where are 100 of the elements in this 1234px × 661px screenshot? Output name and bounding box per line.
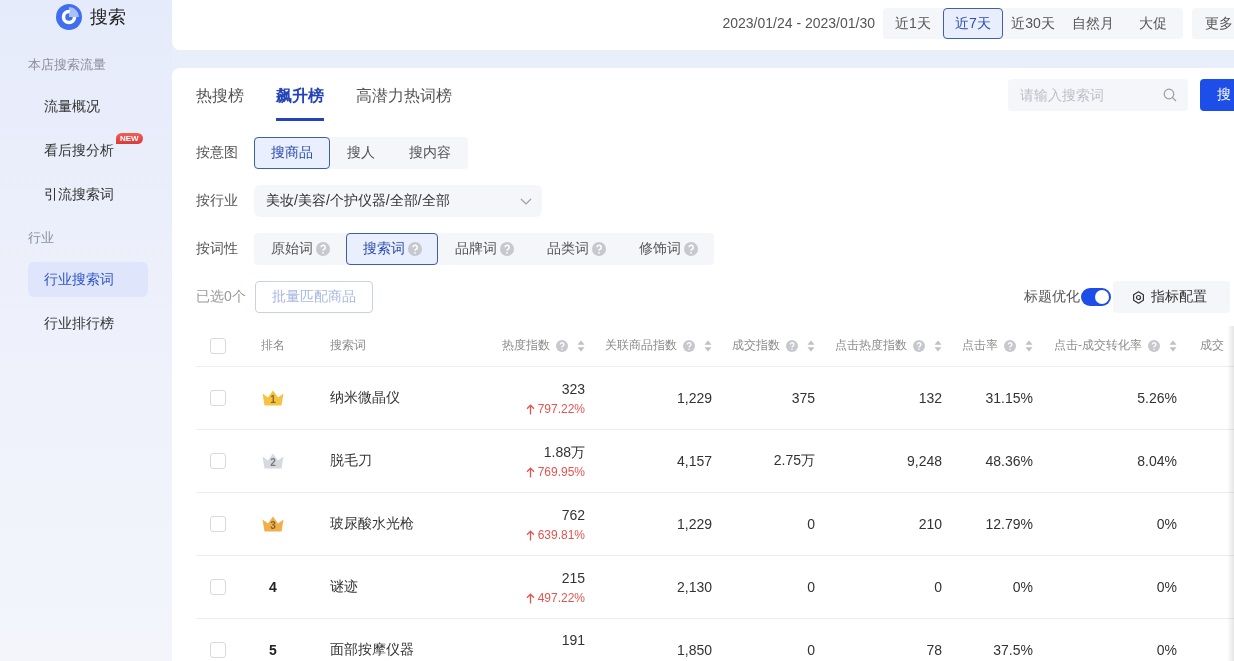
help-icon bbox=[683, 339, 695, 352]
table-cell: 2.75万 bbox=[773, 452, 815, 470]
table-cell: 78 bbox=[926, 642, 942, 658]
arrow-up-icon bbox=[525, 466, 535, 478]
rank-number: 1 bbox=[269, 395, 277, 405]
help-icon bbox=[913, 339, 925, 352]
table-cell: 5.26% bbox=[1137, 390, 1177, 406]
chevron-down-icon[interactable] bbox=[520, 197, 532, 205]
sort-icon[interactable] bbox=[577, 339, 585, 352]
ranking-tab[interactable]: 高潜力热词榜 bbox=[356, 84, 452, 121]
help-icon bbox=[592, 242, 606, 256]
search-button[interactable]: 搜 bbox=[1200, 79, 1234, 111]
new-badge: NEW bbox=[116, 133, 143, 144]
column-header: 成交 bbox=[1200, 337, 1224, 354]
arrow-up-icon bbox=[525, 529, 535, 541]
period-tab[interactable]: 近7天 bbox=[943, 8, 1003, 39]
checkbox[interactable] bbox=[210, 337, 226, 354]
column-header: 点击率 bbox=[962, 337, 998, 354]
period-tab[interactable]: 近1天 bbox=[883, 8, 943, 39]
rank-number: 2 bbox=[269, 458, 277, 468]
column-header: 关联商品指数 bbox=[605, 337, 677, 354]
table-cell: 0% bbox=[1156, 516, 1177, 532]
arrow-up-icon bbox=[525, 592, 535, 604]
table-cell: 48.36% bbox=[985, 453, 1033, 469]
period-tab[interactable]: 近30天 bbox=[1003, 8, 1063, 39]
column-header: 点击热度指数 bbox=[835, 337, 907, 354]
column-header: 点击-成交转化率 bbox=[1054, 337, 1142, 354]
rank-number: 4 bbox=[269, 579, 277, 595]
table-cell: 0 bbox=[807, 516, 815, 532]
nav-item[interactable]: 行业搜索词 bbox=[28, 262, 148, 297]
change-percent: 797.22% bbox=[537, 401, 585, 417]
intent-option[interactable]: 搜内容 bbox=[392, 137, 468, 169]
keyword-cell: 脱毛刀 bbox=[330, 452, 372, 470]
help-icon bbox=[1148, 339, 1160, 352]
help-icon bbox=[1004, 339, 1016, 352]
table-cell: 132 bbox=[918, 390, 942, 406]
sort-icon[interactable] bbox=[934, 339, 942, 352]
sort-icon[interactable] bbox=[704, 339, 712, 352]
word-type-option[interactable]: 搜索词 bbox=[346, 233, 438, 265]
industry-dropdown[interactable]: 美妆/美容/个护仪器/全部/全部 bbox=[254, 185, 542, 217]
app-title: 搜索 bbox=[90, 6, 126, 29]
table-cell: 31.15% bbox=[985, 390, 1033, 406]
table-cell: 4,157 bbox=[676, 453, 712, 469]
nav-item[interactable]: 看后搜分析 bbox=[28, 133, 115, 168]
sort-icon[interactable] bbox=[1025, 339, 1033, 352]
table-cell-text: 191 bbox=[561, 631, 585, 650]
word-type-option[interactable]: 修饰词 bbox=[622, 233, 714, 265]
period-tab[interactable]: 自然月 bbox=[1063, 8, 1123, 39]
change-percent: 497.22% bbox=[537, 590, 585, 606]
table-cell-text: 1.88万 bbox=[543, 443, 585, 462]
nav-item[interactable]: 行业排行榜 bbox=[28, 306, 115, 341]
rank-number: 3 bbox=[269, 521, 277, 531]
nav-item[interactable]: 流量概况 bbox=[28, 89, 101, 124]
dropdown-value: 美妆/美容/个护仪器/全部/全部 bbox=[266, 192, 450, 210]
ranking-tab[interactable]: 飙升榜 bbox=[276, 84, 324, 121]
checkbox[interactable] bbox=[210, 453, 226, 469]
checkbox[interactable] bbox=[210, 516, 226, 532]
table-cell: 1,850 bbox=[676, 642, 712, 658]
toggle-label: 标题优化 bbox=[1024, 288, 1080, 306]
table-cell-text: 215 bbox=[561, 569, 585, 588]
date-range: 2023/01/24 - 2023/01/30 bbox=[722, 14, 875, 33]
intent-option[interactable]: 搜人 bbox=[330, 137, 392, 169]
change-percent: 639.81% bbox=[537, 527, 585, 543]
table-cell: 0% bbox=[1012, 579, 1033, 595]
section-heading: 本店搜索流量 bbox=[28, 56, 107, 74]
logo-icon bbox=[56, 4, 82, 30]
help-icon bbox=[786, 339, 798, 352]
keyword-cell: 谜迹 bbox=[330, 578, 358, 596]
search-icon bbox=[1163, 88, 1177, 102]
table-cell: 375 bbox=[791, 390, 815, 406]
more-button[interactable]: 更多 bbox=[1192, 8, 1234, 39]
ranking-tab[interactable]: 热搜榜 bbox=[196, 84, 244, 121]
checkbox[interactable] bbox=[210, 390, 226, 406]
word-type-option[interactable]: 品牌词 bbox=[438, 233, 530, 265]
column-header: 热度指数 bbox=[502, 337, 550, 354]
intent-option[interactable]: 搜商品 bbox=[254, 137, 330, 169]
table-cell: 0 bbox=[807, 642, 815, 658]
table-cell-text: 762 bbox=[561, 506, 585, 525]
word-type-option[interactable]: 原始词 bbox=[254, 233, 346, 265]
table-cell: 0% bbox=[1156, 579, 1177, 595]
keyword-cell: 纳米微晶仪 bbox=[330, 389, 400, 407]
help-icon bbox=[556, 339, 568, 352]
checkbox[interactable] bbox=[210, 579, 226, 595]
filter-label: 按行业 bbox=[196, 192, 239, 210]
sort-icon[interactable] bbox=[807, 339, 815, 352]
metric-config-button[interactable]: 指标配置 bbox=[1113, 281, 1230, 313]
section-heading: 行业 bbox=[28, 229, 55, 247]
checkbox[interactable] bbox=[210, 642, 226, 658]
table-cell: 9,248 bbox=[906, 453, 942, 469]
arrow-up-icon bbox=[525, 403, 535, 415]
table-cell: 0 bbox=[934, 579, 942, 595]
sort-icon[interactable] bbox=[1169, 339, 1177, 352]
period-tab[interactable]: 大促 bbox=[1123, 8, 1183, 39]
word-type-option[interactable]: 品类词 bbox=[530, 233, 622, 265]
selected-count: 已选0个 bbox=[196, 288, 247, 306]
table-cell: 37.5% bbox=[993, 642, 1033, 658]
table-cell: 1,229 bbox=[676, 516, 712, 532]
toggle-switch[interactable] bbox=[1081, 288, 1111, 306]
nav-item[interactable]: 引流搜索词 bbox=[28, 177, 115, 212]
rank-number: 5 bbox=[269, 642, 277, 658]
